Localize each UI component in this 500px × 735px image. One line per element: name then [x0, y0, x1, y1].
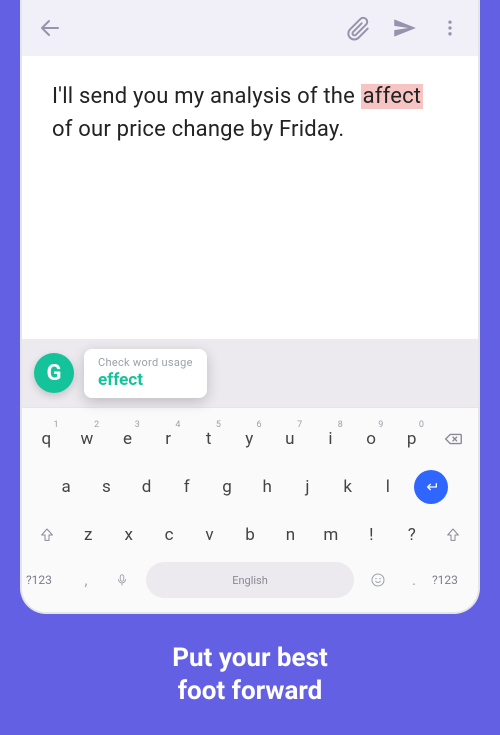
- grammarly-badge-icon[interactable]: G: [34, 353, 74, 393]
- key-d[interactable]: d: [128, 466, 164, 508]
- key-q[interactable]: 1q: [28, 418, 65, 460]
- key-o[interactable]: 9o: [353, 418, 390, 460]
- message-content[interactable]: I'll send you my analysis of the affect …: [22, 56, 478, 407]
- shift-key-left[interactable]: [28, 514, 66, 556]
- keyboard-row-1: 1q2w3e4r5t6y7u8i9o0p: [26, 418, 474, 460]
- key-![interactable]: !: [353, 514, 389, 556]
- key-h[interactable]: h: [249, 466, 285, 508]
- symbols-key-right[interactable]: ?123: [432, 573, 474, 587]
- spacebar[interactable]: English: [146, 562, 354, 598]
- tagline-text: Put your best foot forward: [172, 642, 328, 707]
- mic-icon[interactable]: [104, 573, 140, 587]
- keyboard: 1q2w3e4r5t6y7u8i9o0p asdfghjkl zxcvbnm!?: [22, 407, 478, 612]
- back-icon[interactable]: [36, 14, 64, 42]
- key-s[interactable]: s: [88, 466, 124, 508]
- symbols-key-left[interactable]: ?123: [26, 573, 68, 587]
- backspace-key[interactable]: [434, 418, 472, 460]
- suggestion-label: Check word usage: [98, 356, 193, 369]
- key-u[interactable]: 7u: [272, 418, 309, 460]
- key-v[interactable]: v: [191, 514, 227, 556]
- key-l[interactable]: l: [370, 466, 406, 508]
- promo-tagline: Put your best foot forward: [0, 614, 500, 735]
- suggestion-card[interactable]: Check word usage effect: [84, 349, 207, 398]
- key-r[interactable]: 4r: [150, 418, 187, 460]
- key-t[interactable]: 5t: [190, 418, 227, 460]
- key-g[interactable]: g: [209, 466, 245, 508]
- key-y[interactable]: 6y: [231, 418, 268, 460]
- key-e[interactable]: 3e: [109, 418, 146, 460]
- send-icon[interactable]: [390, 14, 418, 42]
- shift-key-right[interactable]: [434, 514, 472, 556]
- message-text: I'll send you my analysis of the affect …: [52, 80, 448, 146]
- key-c[interactable]: c: [151, 514, 187, 556]
- enter-key[interactable]: [414, 470, 448, 504]
- key-p[interactable]: 0p: [393, 418, 430, 460]
- suggestion-word: effect: [98, 370, 193, 390]
- keyboard-row-4: ?123 , English . ?123: [26, 562, 474, 598]
- more-icon[interactable]: [436, 14, 464, 42]
- key-w[interactable]: 2w: [69, 418, 106, 460]
- key-k[interactable]: k: [330, 466, 366, 508]
- key-i[interactable]: 8i: [312, 418, 349, 460]
- comma-key[interactable]: ,: [68, 571, 104, 589]
- emoji-icon[interactable]: [360, 572, 396, 588]
- key-m[interactable]: m: [313, 514, 349, 556]
- keyboard-row-2: asdfghjkl: [26, 466, 474, 508]
- key-x[interactable]: x: [110, 514, 146, 556]
- period-key[interactable]: .: [396, 571, 432, 589]
- key-a[interactable]: a: [48, 466, 84, 508]
- highlighted-error[interactable]: affect: [361, 84, 424, 109]
- app-header: [22, 0, 478, 56]
- key-z[interactable]: z: [70, 514, 106, 556]
- attachment-icon[interactable]: [344, 14, 372, 42]
- key-n[interactable]: n: [272, 514, 308, 556]
- key-j[interactable]: j: [289, 466, 325, 508]
- message-after: of our price change by Friday.: [52, 117, 344, 142]
- key-b[interactable]: b: [232, 514, 268, 556]
- keyboard-row-3: zxcvbnm!?: [26, 514, 474, 556]
- key-?[interactable]: ?: [394, 514, 430, 556]
- key-f[interactable]: f: [169, 466, 205, 508]
- phone-frame: I'll send you my analysis of the affect …: [20, 0, 480, 614]
- promo-screen: I'll send you my analysis of the affect …: [0, 0, 500, 735]
- suggestion-bar: G Check word usage effect: [22, 339, 478, 407]
- message-before: I'll send you my analysis of the: [52, 84, 355, 109]
